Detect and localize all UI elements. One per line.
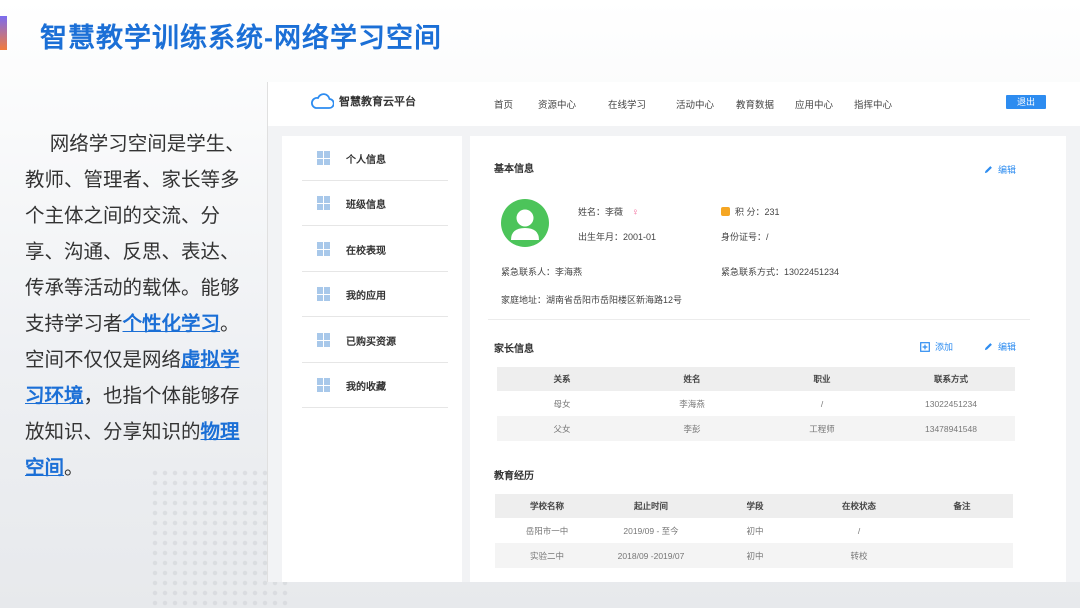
table-header: 起止时间 [599,494,703,518]
education-title: 教育经历 [494,471,534,482]
table-cell: 初中 [703,543,807,568]
windows-icon [317,378,331,392]
add-label: 添加 [935,342,954,352]
sidebar-item-label: 已购买资源 [346,336,396,348]
table-row: 实验二中 2018/09 -2019/07 初中 转校 [495,543,1013,568]
coins-icon [721,207,730,216]
table-header: 备注 [911,494,1013,518]
table-cell [911,543,1013,568]
parent-info-title: 家长信息 [494,344,534,355]
table-row: 父女 李彭 工程师 13478941548 [497,416,1015,441]
table-cell: 岳阳市一中 [525,525,569,536]
female-icon: ♀ [631,207,640,218]
sidebar-item-school-performance[interactable]: 在校表现 [302,227,448,272]
table-cell: 实验二中 [495,543,599,568]
student-points: 积 分：231 [721,205,780,218]
avatar [501,199,549,247]
table-header: 学段 [703,494,807,518]
table-header: 姓名 [627,367,757,391]
nav-item-activities[interactable]: 活动中心 [676,97,736,111]
basic-info-title: 基本信息 [494,164,534,175]
table-cell: 父女 [497,416,627,441]
parent-table: 关系 姓名 职业 联系方式 母女 李海燕 / 13022451234 父女 李彭… [497,367,1015,441]
intro-text-4: 。 [64,456,84,479]
table-cell: 李海燕 [679,398,705,409]
sidebar-item-purchased-resources[interactable]: 已购买资源 [302,318,448,363]
nav-item-command-center[interactable]: 指挥中心 [854,97,904,111]
sidebar-item-label: 个人信息 [346,154,386,166]
table-row: 母女 李海燕 / 13022451234 [497,391,1015,416]
nav-item-online-learning[interactable]: 在线学习 [608,97,676,111]
emergency-phone: 紧急联系方式：13022451234 [721,267,840,277]
edit-label: 编辑 [998,342,1017,352]
windows-icon [317,333,331,347]
student-name: 姓名：李薇 ♀ [578,207,640,218]
table-cell: 母女 [553,398,571,409]
pencil-icon [984,343,992,351]
table-header: 职业 [757,367,887,391]
table-cell: 转校 [807,543,911,568]
windows-icon [317,196,331,210]
highlight-personalized-learning: 个性化学习 [122,312,221,335]
sidebar-item-label: 我的收藏 [346,381,386,393]
table-header: 关系 [497,367,627,391]
title-accent-bar [0,16,7,50]
table-cell [911,518,1013,543]
app-window: 智慧教育云平台 首页 资源中心 在线学习 活动中心 教育数据 应用中心 指挥中心… [267,82,1080,582]
student-birth: 出生年月：2001-01 [578,232,657,242]
nav-item-resources[interactable]: 资源中心 [538,97,608,111]
plus-square-icon [920,341,930,352]
basic-info-edit-button[interactable]: 编辑 [984,163,1016,176]
logo[interactable]: 智慧教育云平台 [310,93,416,109]
intro-paragraph: 网络学习空间是学生、教师、管理者、家长等多个主体之间的交流、分享、沟通、反思、表… [25,126,255,486]
sidebar-item-personal-info[interactable]: 个人信息 [302,136,448,181]
nav-item-applications[interactable]: 应用中心 [795,97,854,111]
table-cell: 2018/09 -2019/07 [599,543,703,568]
table-header-row: 学校名称 起止时间 学段 在校状态 备注 [495,494,1013,518]
windows-icon [317,151,331,165]
pencil-icon [984,166,992,174]
table-cell: 李彭 [627,416,757,441]
top-nav: 首页 资源中心 在线学习 活动中心 教育数据 应用中心 指挥中心 [494,97,904,111]
table-cell: 13478941548 [887,416,1015,441]
edit-label: 编辑 [998,165,1017,175]
nav-item-home[interactable]: 首页 [494,97,538,111]
sidebar: 个人信息 班级信息 在校表现 我的应用 已购买资源 我的收藏 [282,136,462,582]
emergency-contact: 紧急联系人：李海燕 [501,267,583,277]
intro-text-1: 网络学习空间是学生、教师、管理者、家长等多个主体之间的交流、分享、沟通、反思、表… [25,132,245,335]
table-cell: / [857,525,861,536]
education-table: 学校名称 起止时间 学段 在校状态 备注 岳阳市一中 2019/09 - 至今 … [495,494,1013,568]
table-row: 岳阳市一中 2019/09 - 至今 初中 / [495,518,1013,543]
windows-icon [317,242,331,256]
table-cell: 13022451234 [924,398,977,409]
logout-button[interactable]: 退出 [1006,95,1046,109]
sidebar-item-my-apps[interactable]: 我的应用 [302,272,448,317]
table-cell: 初中 [746,525,764,536]
parent-add-button[interactable]: 添加 [920,340,953,353]
sidebar-item-label: 在校表现 [346,245,386,257]
sidebar-item-label: 我的应用 [346,290,386,302]
windows-icon [317,287,331,301]
parent-edit-button[interactable]: 编辑 [984,340,1016,353]
sidebar-item-class-info[interactable]: 班级信息 [302,181,448,226]
app-header: 智慧教育云平台 首页 资源中心 在线学习 活动中心 教育数据 应用中心 指挥中心… [268,82,1080,126]
table-cell: 2019/09 - 至今 [623,525,679,536]
logo-text: 智慧教育云平台 [339,96,416,108]
sidebar-item-favorites[interactable]: 我的收藏 [302,363,448,408]
slide-title: 智慧教学训练系统-网络学习空间 [40,23,442,53]
student-id-number: 身份证号：/ [721,232,769,242]
main-content: 基本信息 编辑 姓名：李薇 ♀ 出生年月：2001-01 积 分：231 身份证… [470,136,1066,582]
table-cell: 工程师 [757,416,887,441]
section-divider [488,319,1030,320]
nav-item-education-data[interactable]: 教育数据 [736,97,795,111]
table-cell: / [820,398,824,409]
table-header: 联系方式 [887,367,1015,391]
user-icon [511,209,539,240]
table-header: 学校名称 [495,494,599,518]
cloud-icon [311,93,334,109]
home-address: 家庭地址：湖南省岳阳市岳阳楼区新海路12号 [501,295,683,305]
table-header: 在校状态 [807,494,911,518]
table-header-row: 关系 姓名 职业 联系方式 [497,367,1015,391]
sidebar-item-label: 班级信息 [346,199,386,211]
